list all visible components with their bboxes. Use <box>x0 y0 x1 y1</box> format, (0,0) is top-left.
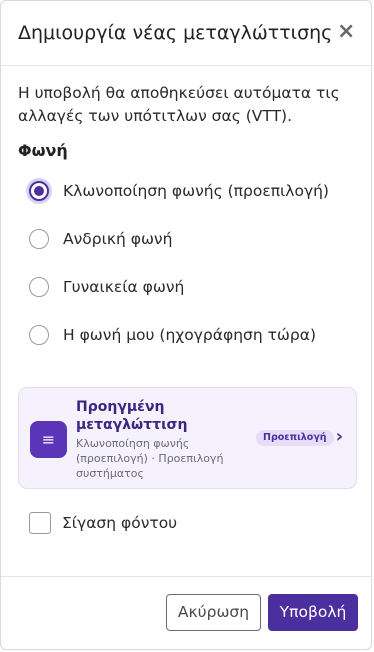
list-icon: ≡ <box>30 421 67 458</box>
dialog-title: Δημιουργία νέας μεταγλώττισης <box>18 22 333 44</box>
radio-label: Ανδρική φωνή <box>63 230 173 248</box>
dialog-description: Η υποβολή θα αποθηκεύσει αυτόματα τις αλ… <box>18 84 340 125</box>
voice-section-label: Φωνή <box>18 141 68 160</box>
advanced-card-title: Προηγμένη μεταγλώττιση <box>76 399 188 433</box>
dialog-footer: Ακύρωση Υποβολή <box>1 576 371 649</box>
radio-label: Η φωνή μου (ηχογράφηση τώρα) <box>63 326 317 344</box>
submit-button[interactable]: Υποβολή <box>268 594 358 631</box>
close-icon[interactable]: × <box>337 20 355 44</box>
mute-background-label: Σίγαση φόντου <box>62 514 178 532</box>
radio-button[interactable] <box>29 325 49 345</box>
radio-option-female-voice[interactable]: Γυναικεία φωνή <box>29 275 184 299</box>
create-dubbing-dialog: Δημιουργία νέας μεταγλώττισης × Η υποβολ… <box>0 0 372 650</box>
radio-option-my-voice[interactable]: Η φωνή μου (ηχογράφηση τώρα) <box>29 323 316 347</box>
radio-button-selected[interactable] <box>29 181 49 201</box>
mute-background-option[interactable]: Σίγαση φόντου <box>29 512 177 534</box>
radio-option-voice-clone[interactable]: Κλωνοποίηση φωνής (προεπιλογή) <box>29 179 329 203</box>
advanced-dubbing-card[interactable]: ≡ Προηγμένη μεταγλώττιση Κλωνοποίηση φων… <box>18 387 357 489</box>
mute-background-checkbox[interactable] <box>29 512 51 534</box>
chevron-right-icon: › <box>335 426 343 447</box>
radio-option-male-voice[interactable]: Ανδρική φωνή <box>29 227 172 251</box>
radio-label: Γυναικεία φωνή <box>63 278 185 296</box>
cancel-button[interactable]: Ακύρωση <box>166 594 261 631</box>
default-badge: Προεπιλογή <box>256 430 334 446</box>
dialog-header: Δημιουργία νέας μεταγλώττισης × <box>1 1 371 66</box>
radio-label: Κλωνοποίηση φωνής (προεπιλογή) <box>63 182 329 200</box>
radio-button[interactable] <box>29 277 49 297</box>
radio-button[interactable] <box>29 229 49 249</box>
advanced-card-subtitle: Κλωνοποίηση φωνής (προεπιλογή) · Προεπιλ… <box>76 437 224 480</box>
